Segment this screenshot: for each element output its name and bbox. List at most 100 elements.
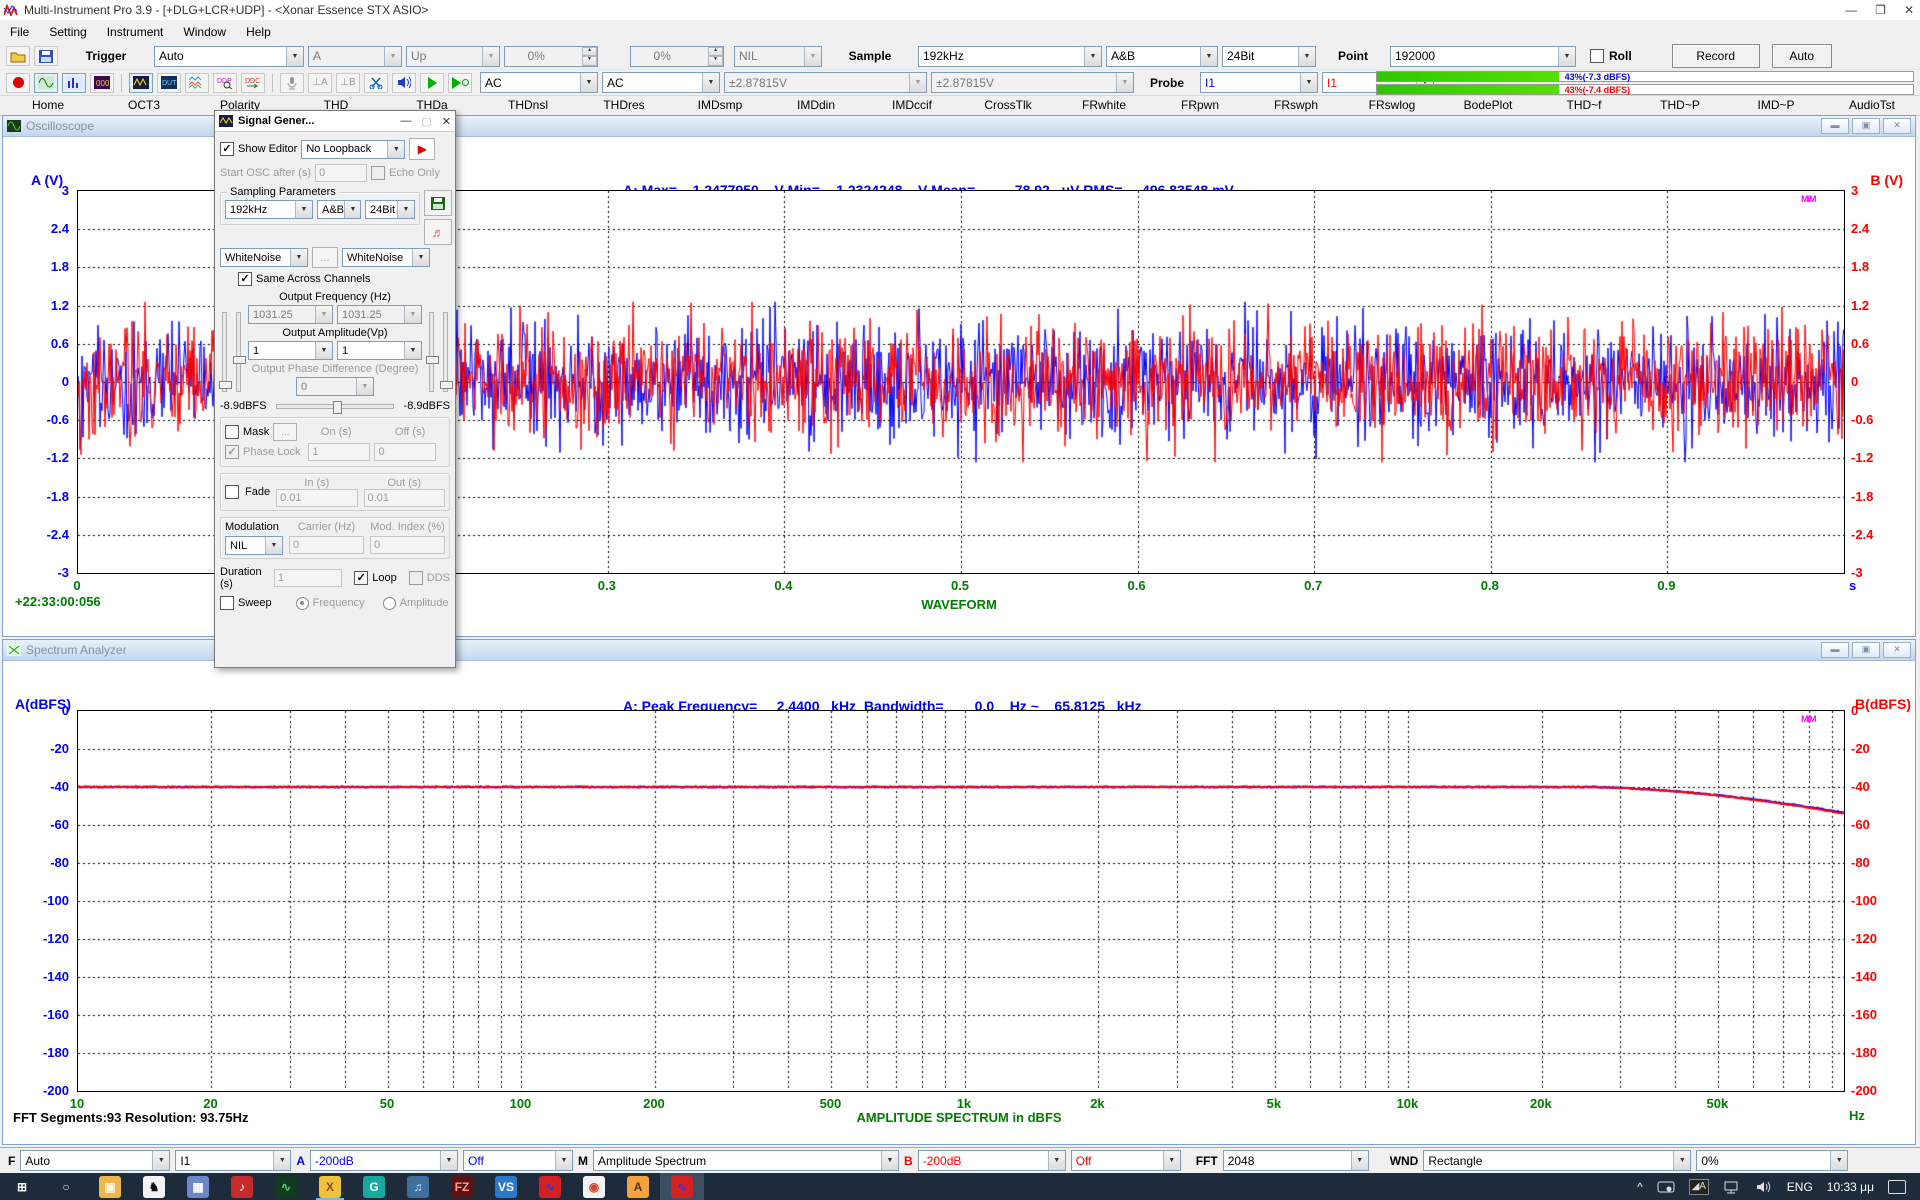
taskbar-multi-instrument-active-icon[interactable]: ∿ (660, 1173, 704, 1200)
show-editor-checkbox[interactable] (220, 142, 234, 156)
tab-audiotst[interactable]: AudioTst (1824, 96, 1920, 115)
open-button[interactable] (6, 46, 30, 66)
volume-icon[interactable] (1755, 1180, 1773, 1194)
ground-b-button[interactable]: ⊥B (336, 73, 360, 93)
phase-select[interactable]: 0▼ (296, 377, 374, 396)
tab-bodeplot[interactable]: BodePlot (1440, 96, 1536, 115)
menu-window[interactable]: Window (173, 22, 236, 42)
taskbar-chrome-icon[interactable]: ◉ (572, 1173, 616, 1200)
tab-home[interactable]: Home (0, 96, 96, 115)
trigger-edge-select[interactable]: Up▼ (406, 46, 500, 67)
signal-generator-button[interactable] (129, 73, 153, 93)
freq-axis-mode-select[interactable]: Auto▼ (20, 1150, 170, 1171)
tab-frwhite[interactable]: FRwhite (1056, 96, 1152, 115)
taskbar-antivirus-app-icon[interactable]: ♪ (220, 1173, 264, 1200)
audio-driver-tray-icon[interactable]: ◢A (1689, 1179, 1709, 1195)
modulation-select[interactable]: NIL▼ (225, 536, 283, 555)
menu-setting[interactable]: Setting (39, 22, 96, 42)
tab-thdnsl[interactable]: THDnsl (480, 96, 576, 115)
tab-imd~p[interactable]: IMD~P (1728, 96, 1824, 115)
taskbar-vscode-icon[interactable]: VS (484, 1173, 528, 1200)
mask-more-button[interactable]: ... (273, 423, 297, 441)
menu-help[interactable]: Help (236, 22, 281, 42)
multi-wave-button[interactable] (185, 73, 209, 93)
language-indicator[interactable]: ENG (1787, 1180, 1813, 1194)
loopback-select[interactable]: No Loopback▼ (301, 140, 405, 159)
clock[interactable]: 10:33 μμ (1827, 1180, 1874, 1194)
ground-a-button[interactable]: ⊥A (308, 73, 332, 93)
taskbar-xnview-icon[interactable]: X (308, 1173, 352, 1200)
panel-restore-button[interactable]: ▣ (1852, 118, 1880, 134)
fade-out-input[interactable]: 0.01 (364, 489, 445, 507)
trigger-hpf-select[interactable]: NIL▼ (734, 46, 822, 67)
tab-frswlog[interactable]: FRswlog (1344, 96, 1440, 115)
record-button[interactable]: Record (1672, 44, 1760, 68)
gen-sample-rate-select[interactable]: 192kHz▼ (225, 200, 313, 219)
fade-in-input[interactable]: 0.01 (276, 489, 357, 507)
touchpad-icon[interactable] (1657, 1180, 1675, 1194)
tab-crosstlk[interactable]: CrossTlk (960, 96, 1056, 115)
probe-a-select[interactable]: I1▼ (1200, 72, 1318, 93)
ddp-viewer-button[interactable]: DDP (213, 73, 237, 93)
multimeter-button[interactable]: 000 (90, 73, 114, 93)
trigger-source-select[interactable]: A▼ (308, 46, 402, 67)
tab-thdres[interactable]: THDres (576, 96, 672, 115)
scissors-icon[interactable] (364, 73, 388, 93)
waveform-more-button[interactable]: ... (312, 247, 338, 268)
fade-checkbox[interactable] (225, 485, 239, 499)
view-mode-select[interactable]: Amplitude Spectrum▼ (593, 1150, 899, 1171)
menu-instrument[interactable]: Instrument (97, 22, 174, 42)
window-minimize-button[interactable]: — (1845, 3, 1857, 17)
taskbar-audio-mixer-icon[interactable]: ♫ (396, 1173, 440, 1200)
tab-frswph[interactable]: FRswph (1248, 96, 1344, 115)
taskbar-start-icon[interactable]: ⊞ (0, 1173, 44, 1200)
tab-imdsmp[interactable]: IMDsmp (672, 96, 768, 115)
mask-checkbox[interactable] (225, 425, 239, 439)
amplitude-slider-b[interactable] (429, 312, 434, 392)
speaker-icon[interactable] (392, 73, 416, 93)
sweep-frequency-radio[interactable] (296, 597, 309, 610)
duration-input[interactable]: 1 (274, 569, 342, 587)
coupling-a-select[interactable]: AC▼ (480, 72, 598, 93)
sweep-amplitude-radio[interactable] (383, 597, 396, 610)
start-osc-input[interactable]: 0 (315, 164, 367, 182)
a-range-select[interactable]: -200dB▼ (310, 1150, 458, 1171)
trigger-delay-spinner[interactable]: 0%▲▼ (630, 46, 724, 67)
panel-minimize-button[interactable]: ▬ (1821, 118, 1849, 134)
spectrum-analyzer-button[interactable] (62, 73, 86, 93)
panel-minimize-button[interactable]: ▬ (1821, 642, 1849, 658)
roll-checkbox-box[interactable] (1590, 49, 1604, 63)
taskbar-calculator-icon[interactable]: ▦ (176, 1173, 220, 1200)
action-center-icon[interactable] (1888, 1180, 1906, 1194)
menu-file[interactable]: File (0, 22, 39, 42)
spectrum-plot[interactable] (77, 710, 1845, 1092)
taskbar-file-explorer-icon[interactable]: ▣ (88, 1173, 132, 1200)
dialog-close-button[interactable]: ✕ (442, 115, 451, 128)
waveform-b-select[interactable]: WhiteNoise▼ (342, 248, 430, 267)
mask-off-input[interactable]: 0 (374, 443, 436, 461)
window-maximize-button[interactable]: ❐ (1875, 3, 1886, 17)
b-extra-select[interactable]: Off▼ (1071, 1150, 1181, 1171)
device-test-plan-button[interactable]: DUT (157, 73, 181, 93)
window-close-button[interactable]: ✕ (1904, 3, 1914, 17)
sweep-checkbox[interactable] (220, 596, 234, 610)
dialog-minimize-button[interactable]: — (400, 115, 411, 127)
carrier-input[interactable]: 0 (289, 536, 364, 554)
mask-on-input[interactable]: 1 (308, 443, 370, 461)
echo-only-checkbox[interactable] (371, 166, 385, 180)
frequency-b-select[interactable]: 1031.25▼ (337, 305, 422, 324)
panel-close-button[interactable]: ✕ (1883, 118, 1911, 134)
amplitude-slider-b-outer[interactable] (443, 312, 448, 392)
panel-close-button[interactable]: ✕ (1883, 642, 1911, 658)
spinner-arrows[interactable]: ▲▼ (708, 47, 723, 66)
ddc-button[interactable]: DDC (241, 73, 265, 93)
amplitude-a-select[interactable]: 1▼ (248, 341, 333, 360)
oscilloscope-button[interactable] (34, 73, 58, 93)
taskbar-terminal-app-icon[interactable]: ∿ (264, 1173, 308, 1200)
dds-checkbox[interactable] (409, 571, 423, 585)
play-button[interactable] (420, 73, 444, 93)
tab-thd~f[interactable]: THD~f (1536, 96, 1632, 115)
bit-depth-select[interactable]: 24Bit▼ (1222, 46, 1316, 67)
taskbar-search-icon[interactable]: ○ (44, 1173, 88, 1200)
range-a-select[interactable]: ±2.87815V▼ (724, 72, 927, 93)
